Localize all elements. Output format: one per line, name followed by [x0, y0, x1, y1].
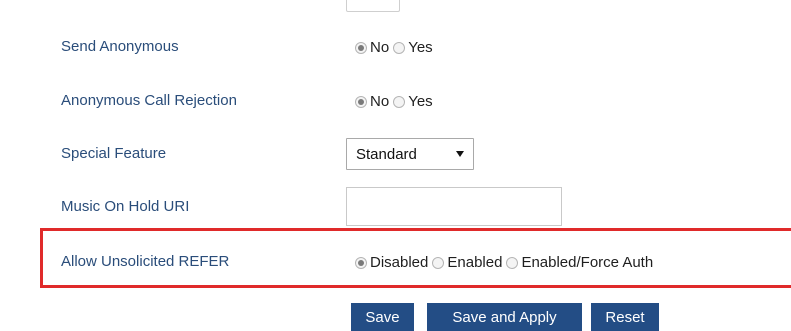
allow-unsolicited-refer-radio-group: Disabled Enabled Enabled/Force Auth [355, 254, 657, 271]
send-anonymous-option-yes[interactable]: Yes [393, 39, 433, 56]
radio-unchecked-icon[interactable] [393, 41, 406, 54]
partial-input-field[interactable] [346, 0, 400, 12]
allow-unsolicited-refer-option-enabled-label: Enabled [447, 254, 503, 271]
allow-unsolicited-refer-option-enabled-force-auth-label: Enabled/Force Auth [521, 254, 654, 271]
send-anonymous-option-no[interactable]: No [355, 39, 389, 56]
anonymous-call-rejection-option-yes-label: Yes [408, 93, 433, 110]
anonymous-call-rejection-option-yes[interactable]: Yes [393, 93, 433, 110]
radio-unchecked-icon[interactable] [393, 95, 406, 108]
allow-unsolicited-refer-option-disabled-label: Disabled [370, 254, 429, 271]
allow-unsolicited-refer-option-enabled[interactable]: Enabled [432, 254, 502, 271]
save-button[interactable]: Save [351, 303, 414, 331]
music-on-hold-uri-input[interactable] [346, 187, 562, 226]
anonymous-call-rejection-option-no[interactable]: No [355, 93, 389, 110]
radio-checked-icon[interactable] [355, 95, 367, 108]
send-anonymous-radio-group: No Yes [355, 39, 437, 56]
radio-checked-icon[interactable] [355, 41, 367, 54]
send-anonymous-option-no-label: No [370, 39, 390, 56]
allow-unsolicited-refer-option-enabled-force-auth[interactable]: Enabled/Force Auth [506, 254, 653, 271]
allow-unsolicited-refer-label: Allow Unsolicited REFER [61, 253, 230, 270]
dropdown-caret-icon [456, 151, 464, 157]
reset-button[interactable]: Reset [591, 303, 659, 331]
special-feature-label: Special Feature [61, 145, 167, 162]
special-feature-selected-value: Standard [356, 145, 417, 163]
music-on-hold-uri-label: Music On Hold URI [61, 198, 190, 215]
send-anonymous-option-yes-label: Yes [408, 39, 433, 56]
radio-unchecked-icon[interactable] [506, 256, 519, 269]
anonymous-call-rejection-label: Anonymous Call Rejection [61, 92, 237, 109]
anonymous-call-rejection-option-no-label: No [370, 93, 390, 110]
allow-unsolicited-refer-option-disabled[interactable]: Disabled [355, 254, 428, 271]
anonymous-call-rejection-radio-group: No Yes [355, 93, 437, 110]
radio-unchecked-icon[interactable] [432, 256, 445, 269]
special-feature-select[interactable]: Standard [346, 138, 474, 170]
save-and-apply-button[interactable]: Save and Apply [427, 303, 582, 331]
radio-checked-icon[interactable] [355, 256, 367, 269]
send-anonymous-label: Send Anonymous [61, 38, 179, 55]
